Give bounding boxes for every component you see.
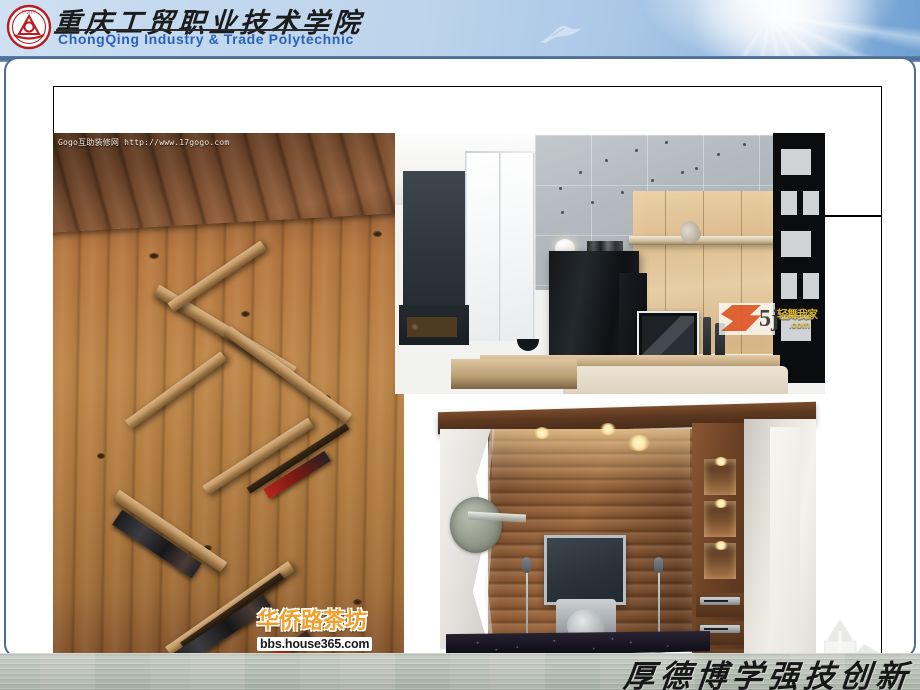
- floating-shelf: [629, 236, 781, 245]
- watermark-house365-url: bbs.house365.com: [257, 637, 373, 651]
- window-mullion: [499, 151, 501, 341]
- niche-led: [714, 457, 728, 466]
- wood-knot: [149, 253, 159, 259]
- image-wood-shelf-photo[interactable]: Gogo互助装修网 http://www.17gogo.com 华侨路茶坊 bb…: [53, 133, 404, 677]
- window-mullion: [465, 151, 535, 153]
- watermark-5j-domain: .com: [789, 320, 811, 330]
- led-spotlight: [600, 423, 616, 435]
- wood-knot: [97, 453, 105, 459]
- round-porthole-mirror: [450, 497, 502, 553]
- niche-led: [714, 541, 728, 550]
- footer-banner: 厚德博学强技创新: [0, 653, 920, 690]
- black-open-shelving: [773, 133, 825, 383]
- right-wall-panel-inset: [770, 427, 800, 659]
- sun-rays-icon: [600, 0, 920, 62]
- flying-bird-icon: [540, 25, 582, 43]
- firewood-logs: [407, 317, 457, 337]
- flat-screen-tv: [637, 311, 699, 361]
- wood-knot: [373, 231, 382, 237]
- decor-bowl: [517, 339, 539, 351]
- school-motto: 厚德博学强技创新: [621, 659, 914, 690]
- school-seal-icon: CQITP: [6, 4, 52, 50]
- school-name-english: ChongQing Industry & Trade Polytechnic: [58, 31, 354, 47]
- sun-glow: [690, 0, 880, 62]
- image-walnut-media-wall[interactable]: [432, 401, 824, 677]
- coffee-table: [451, 359, 577, 389]
- tv-screen: [642, 316, 694, 356]
- led-spotlight: [628, 435, 650, 451]
- shag-rug: [563, 366, 788, 394]
- image-living-room-wall-unit[interactable]: 5j 轻舞我家 .com: [395, 133, 825, 394]
- watermark-gogo-text: Gogo互助装修网 http://www.17gogo.com: [58, 138, 230, 147]
- svg-text:CQITP: CQITP: [22, 10, 36, 15]
- slide-content-panel: Gogo互助装修网 http://www.17gogo.com 华侨路茶坊 bb…: [4, 57, 916, 690]
- niche-led: [714, 499, 728, 508]
- watermark-5j-brand: 5j: [759, 306, 779, 332]
- led-spotlight: [534, 427, 550, 439]
- presentation-slide: CQITP 重庆工贸职业技术学院 ChongQing Industry & Tr…: [0, 0, 920, 690]
- watermark-house365: 华侨路茶坊 bbs.house365.com: [257, 603, 397, 661]
- watermark-5j: 5j 轻舞我家 .com: [719, 303, 818, 337]
- living-room-dark-wall: [403, 171, 465, 311]
- watermark-house365-chinese: 华侨路茶坊: [257, 608, 368, 634]
- media-wall-tv: [544, 535, 626, 605]
- wood-knot: [241, 311, 250, 317]
